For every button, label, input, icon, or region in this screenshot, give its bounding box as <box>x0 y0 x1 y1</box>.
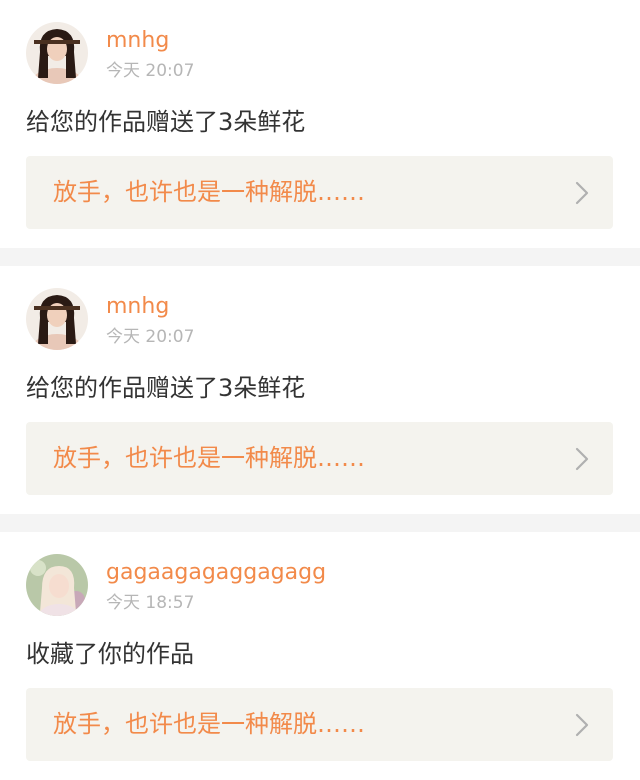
user-avatar-icon[interactable] <box>26 554 88 616</box>
timestamp: 今天 20:07 <box>106 327 195 347</box>
chevron-right-icon <box>575 181 589 205</box>
avatar-image <box>26 554 88 616</box>
username[interactable]: mnhg <box>106 27 169 55</box>
chevron-right-icon <box>575 447 589 471</box>
work-link-card[interactable]: 放手，也许也是一种解脱…… <box>26 422 613 495</box>
avatar-image <box>26 288 88 350</box>
username[interactable]: mnhg <box>106 293 169 321</box>
avatar-image <box>26 22 88 84</box>
work-title: 放手，也许也是一种解脱…… <box>53 444 365 472</box>
work-link-card[interactable]: 放手，也许也是一种解脱…… <box>26 156 613 229</box>
notification-card: mnhg 今天 20:07 给您的作品赠送了3朵鲜花 放手，也许也是一种解脱…… <box>0 266 640 514</box>
user-avatar-icon[interactable] <box>26 22 88 84</box>
user-avatar-icon[interactable] <box>26 288 88 350</box>
work-link-card[interactable]: 放手，也许也是一种解脱…… <box>26 688 613 761</box>
timestamp: 今天 18:57 <box>106 593 195 613</box>
timestamp: 今天 20:07 <box>106 61 195 81</box>
notification-message: 给您的作品赠送了3朵鲜花 <box>26 374 306 402</box>
notification-card: gagaagagaggagagg 今天 18:57 收藏了你的作品 放手，也许也… <box>0 532 640 780</box>
work-title: 放手，也许也是一种解脱…… <box>53 178 365 206</box>
chevron-right-icon <box>575 713 589 737</box>
notification-feed: mnhg 今天 20:07 给您的作品赠送了3朵鲜花 放手，也许也是一种解脱……… <box>0 0 640 780</box>
username[interactable]: gagaagagaggagagg <box>106 559 326 587</box>
work-title: 放手，也许也是一种解脱…… <box>53 710 365 738</box>
notification-message: 给您的作品赠送了3朵鲜花 <box>26 108 306 136</box>
notification-card: mnhg 今天 20:07 给您的作品赠送了3朵鲜花 放手，也许也是一种解脱…… <box>0 0 640 248</box>
notification-message: 收藏了你的作品 <box>26 640 194 668</box>
